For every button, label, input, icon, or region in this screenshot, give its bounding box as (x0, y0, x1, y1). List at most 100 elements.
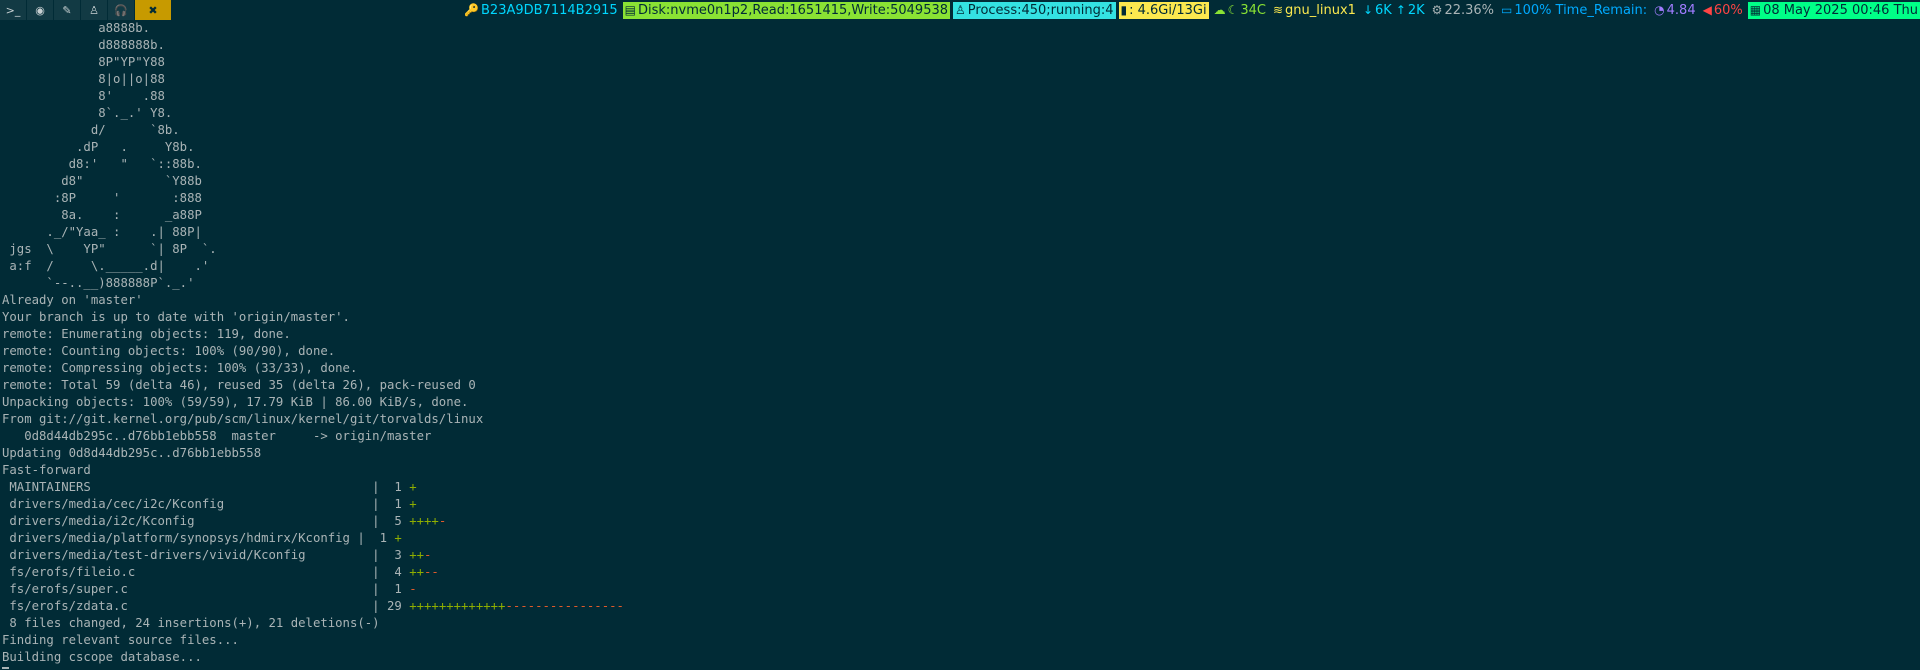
top-status-bar: >_ ◉ ✎ ♙ 🎧 ✖ 🔑 B23A9DB7114B2915 ▤ Disk:nvm… (0, 0, 1920, 20)
diffstat-file: fs/erofs/super.c (2, 582, 373, 596)
ascii-art: a8888b. d888888b. 8P"YP"Y88 8|o||o|88 8'… (0, 20, 1920, 292)
pen-icon: ✎ (62, 3, 72, 17)
gear-icon: ⚙ (1431, 3, 1443, 17)
datetime-widget[interactable]: ▦ 08 May 2025 00:46 Thu (1747, 1, 1920, 19)
ascii-art-line: :8P ' :888 (53, 191, 202, 205)
build-output: 8 files changed, 24 insertions(+), 21 de… (0, 615, 1920, 666)
wifi-ssid: gnu_linux1 (1285, 2, 1356, 18)
diffstat: MAINTAINERS | 1 + drivers/media/cec/i2c/… (0, 479, 1920, 615)
terminal-window[interactable]: a8888b. d888888b. 8P"YP"Y88 8|o||o|88 8'… (0, 20, 1920, 670)
upload-rate: 2K (1407, 2, 1425, 18)
git-output: Already on 'master' Your branch is up to … (0, 292, 1920, 479)
ascii-art-line: 8' .88 (98, 89, 165, 103)
diffstat-insertions: +++++++++++++ (409, 599, 506, 613)
status-widgets: 🔑 B23A9DB7114B2915 ▤ Disk:nvme0n1p2,Read:1… (462, 0, 1920, 20)
app-icon: ◉ (35, 3, 45, 17)
diffstat-count: 5 (379, 514, 410, 528)
diffstat-row: drivers/media/cec/i2c/Kconfig | 1 + (2, 497, 417, 511)
memory-value: : 4.6Gi/13Gi (1129, 2, 1207, 18)
workspace-tag-linux[interactable]: ♙ (81, 0, 107, 20)
diffstat-count: 4 (379, 565, 410, 579)
memory-widget: ▮: 4.6Gi/13Gi (1118, 1, 1209, 19)
ascii-art-line: 8|o||o|88 (98, 72, 165, 86)
cloud-icon: ☁ (1213, 3, 1226, 17)
volume-value: 60% (1713, 2, 1743, 18)
process-widget: ♙ Process:450;running:4 (953, 1, 1116, 19)
diffstat-count: 1 (379, 480, 410, 494)
cpu-widget: ⚙ 22.36% (1430, 2, 1496, 19)
disk-value: Disk:nvme0n1p2,Read:1651415,Write:504953… (638, 2, 949, 18)
diffstat-file: drivers/media/platform/synopsys/hdmirx/K… (2, 531, 358, 545)
terminal-line: 0d8d44db295c..d76bb1ebb558 master -> ori… (2, 429, 432, 443)
diffstat-count: 1 (364, 531, 395, 545)
terminal-line: remote: Enumerating objects: 119, done. (2, 327, 291, 341)
ascii-art-line: 8P"YP"Y88 (98, 55, 165, 69)
diffstat-deletions: - (438, 514, 447, 528)
key-icon: 🔑 (464, 3, 480, 17)
tools-icon: ✖ (148, 3, 158, 17)
terminal-icon: >_ (5, 3, 21, 17)
ascii-art-line: d888888b. (98, 38, 165, 52)
bar-chart-icon: ▮ (1120, 3, 1128, 17)
battery-widget: ▭ 100% Time_Remain: (1499, 2, 1649, 19)
diffstat-file: fs/erofs/zdata.c (2, 599, 373, 613)
workspace-tag-tools[interactable]: ✖ (135, 0, 171, 20)
diffstat-insertions: + (409, 480, 417, 494)
battery-value: 100% (1514, 2, 1552, 18)
diffstat-deletions: ---------------- (505, 599, 624, 613)
terminal-line: Your branch is up to date with 'origin/m… (2, 310, 350, 324)
ascii-art-line: ._/"Yaa_ : .| 88P| (46, 225, 202, 239)
load-widget: ◔ 4.84 (1652, 2, 1697, 19)
workspace-tag-pen[interactable]: ✎ (54, 0, 80, 20)
time-remain-label: Time_Remain: (1555, 2, 1648, 18)
terminal-line: Already on 'master' (2, 293, 143, 307)
diffstat-row: MAINTAINERS | 1 + (2, 480, 417, 494)
tux-icon: ♙ (955, 3, 966, 17)
diffstat-insertions: + (394, 531, 402, 545)
gauge-icon: ◔ (1654, 3, 1665, 17)
diffstat-file: drivers/media/i2c/Kconfig (2, 514, 373, 528)
disk-widget: ▤ Disk:nvme0n1p2,Read:1651415,Write:50495… (622, 1, 951, 19)
terminal-line: Finding relevant source files... (2, 633, 239, 647)
ascii-art-line: d/ `8b. (90, 123, 180, 137)
diffstat-insertions: + (409, 497, 417, 511)
workspace-tag-headphones[interactable]: 🎧 (108, 0, 134, 20)
diffstat-file: MAINTAINERS (2, 480, 373, 494)
wifi-widget[interactable]: ≋ gnu_linux1 (1271, 2, 1358, 19)
diffstat-file: fs/erofs/fileio.c (2, 565, 373, 579)
arrow-up-icon: ↑ (1395, 3, 1406, 17)
diffstat-row: fs/erofs/super.c | 1 - (2, 582, 417, 596)
arrow-down-icon: ↓ (1362, 3, 1374, 17)
workspace-tag-terminal[interactable]: >_ (0, 0, 26, 20)
diffstat-count: 1 (379, 582, 410, 596)
ascii-art-line: 8a. : _a88P (61, 208, 202, 222)
ascii-art-line: a:f / \._____.d| .' (9, 259, 210, 273)
volume-widget[interactable]: ◀ 60% (1701, 2, 1745, 19)
gpg-key-widget: 🔑 B23A9DB7114B2915 (462, 2, 620, 19)
ascii-art-line: d8:' " `::88b. (68, 157, 202, 171)
terminal-cursor (2, 667, 9, 669)
weather-widget: ☁ ☾ 34C (1212, 2, 1268, 19)
ascii-art-line: d8" `Y88b (61, 174, 202, 188)
diffstat-deletions: - (409, 582, 417, 596)
temperature-value: 34C (1240, 2, 1266, 18)
diffstat-file: drivers/media/test-drivers/vivid/Kconfig (2, 548, 373, 562)
diffstat-count: 1 (379, 497, 410, 511)
terminal-line: remote: Compressing objects: 100% (33/33… (2, 361, 358, 375)
diffstat-insertions: ++ (409, 565, 425, 579)
download-rate: 6K (1375, 2, 1392, 18)
diffstat-row: fs/erofs/fileio.c | 4 ++-- (2, 565, 439, 579)
process-value: Process:450;running:4 (967, 2, 1114, 18)
battery-icon: ▭ (1501, 3, 1513, 17)
terminal-line: Building cscope database... (2, 650, 202, 664)
terminal-line: Unpacking objects: 100% (59/59), 17.79 K… (2, 395, 469, 409)
diffstat-file: drivers/media/cec/i2c/Kconfig (2, 497, 373, 511)
diffstat-insertions: ++ (409, 548, 425, 562)
disk-icon: ▤ (624, 3, 636, 17)
ascii-art-line: .dP . Y8b. (76, 140, 195, 154)
speaker-icon: ◀ (1702, 3, 1712, 17)
terminal-line: remote: Counting objects: 100% (90/90), … (2, 344, 336, 358)
diffstat-count: 3 (379, 548, 410, 562)
workspace-tag-app[interactable]: ◉ (27, 0, 53, 20)
diffstat-deletions: - (424, 548, 432, 562)
